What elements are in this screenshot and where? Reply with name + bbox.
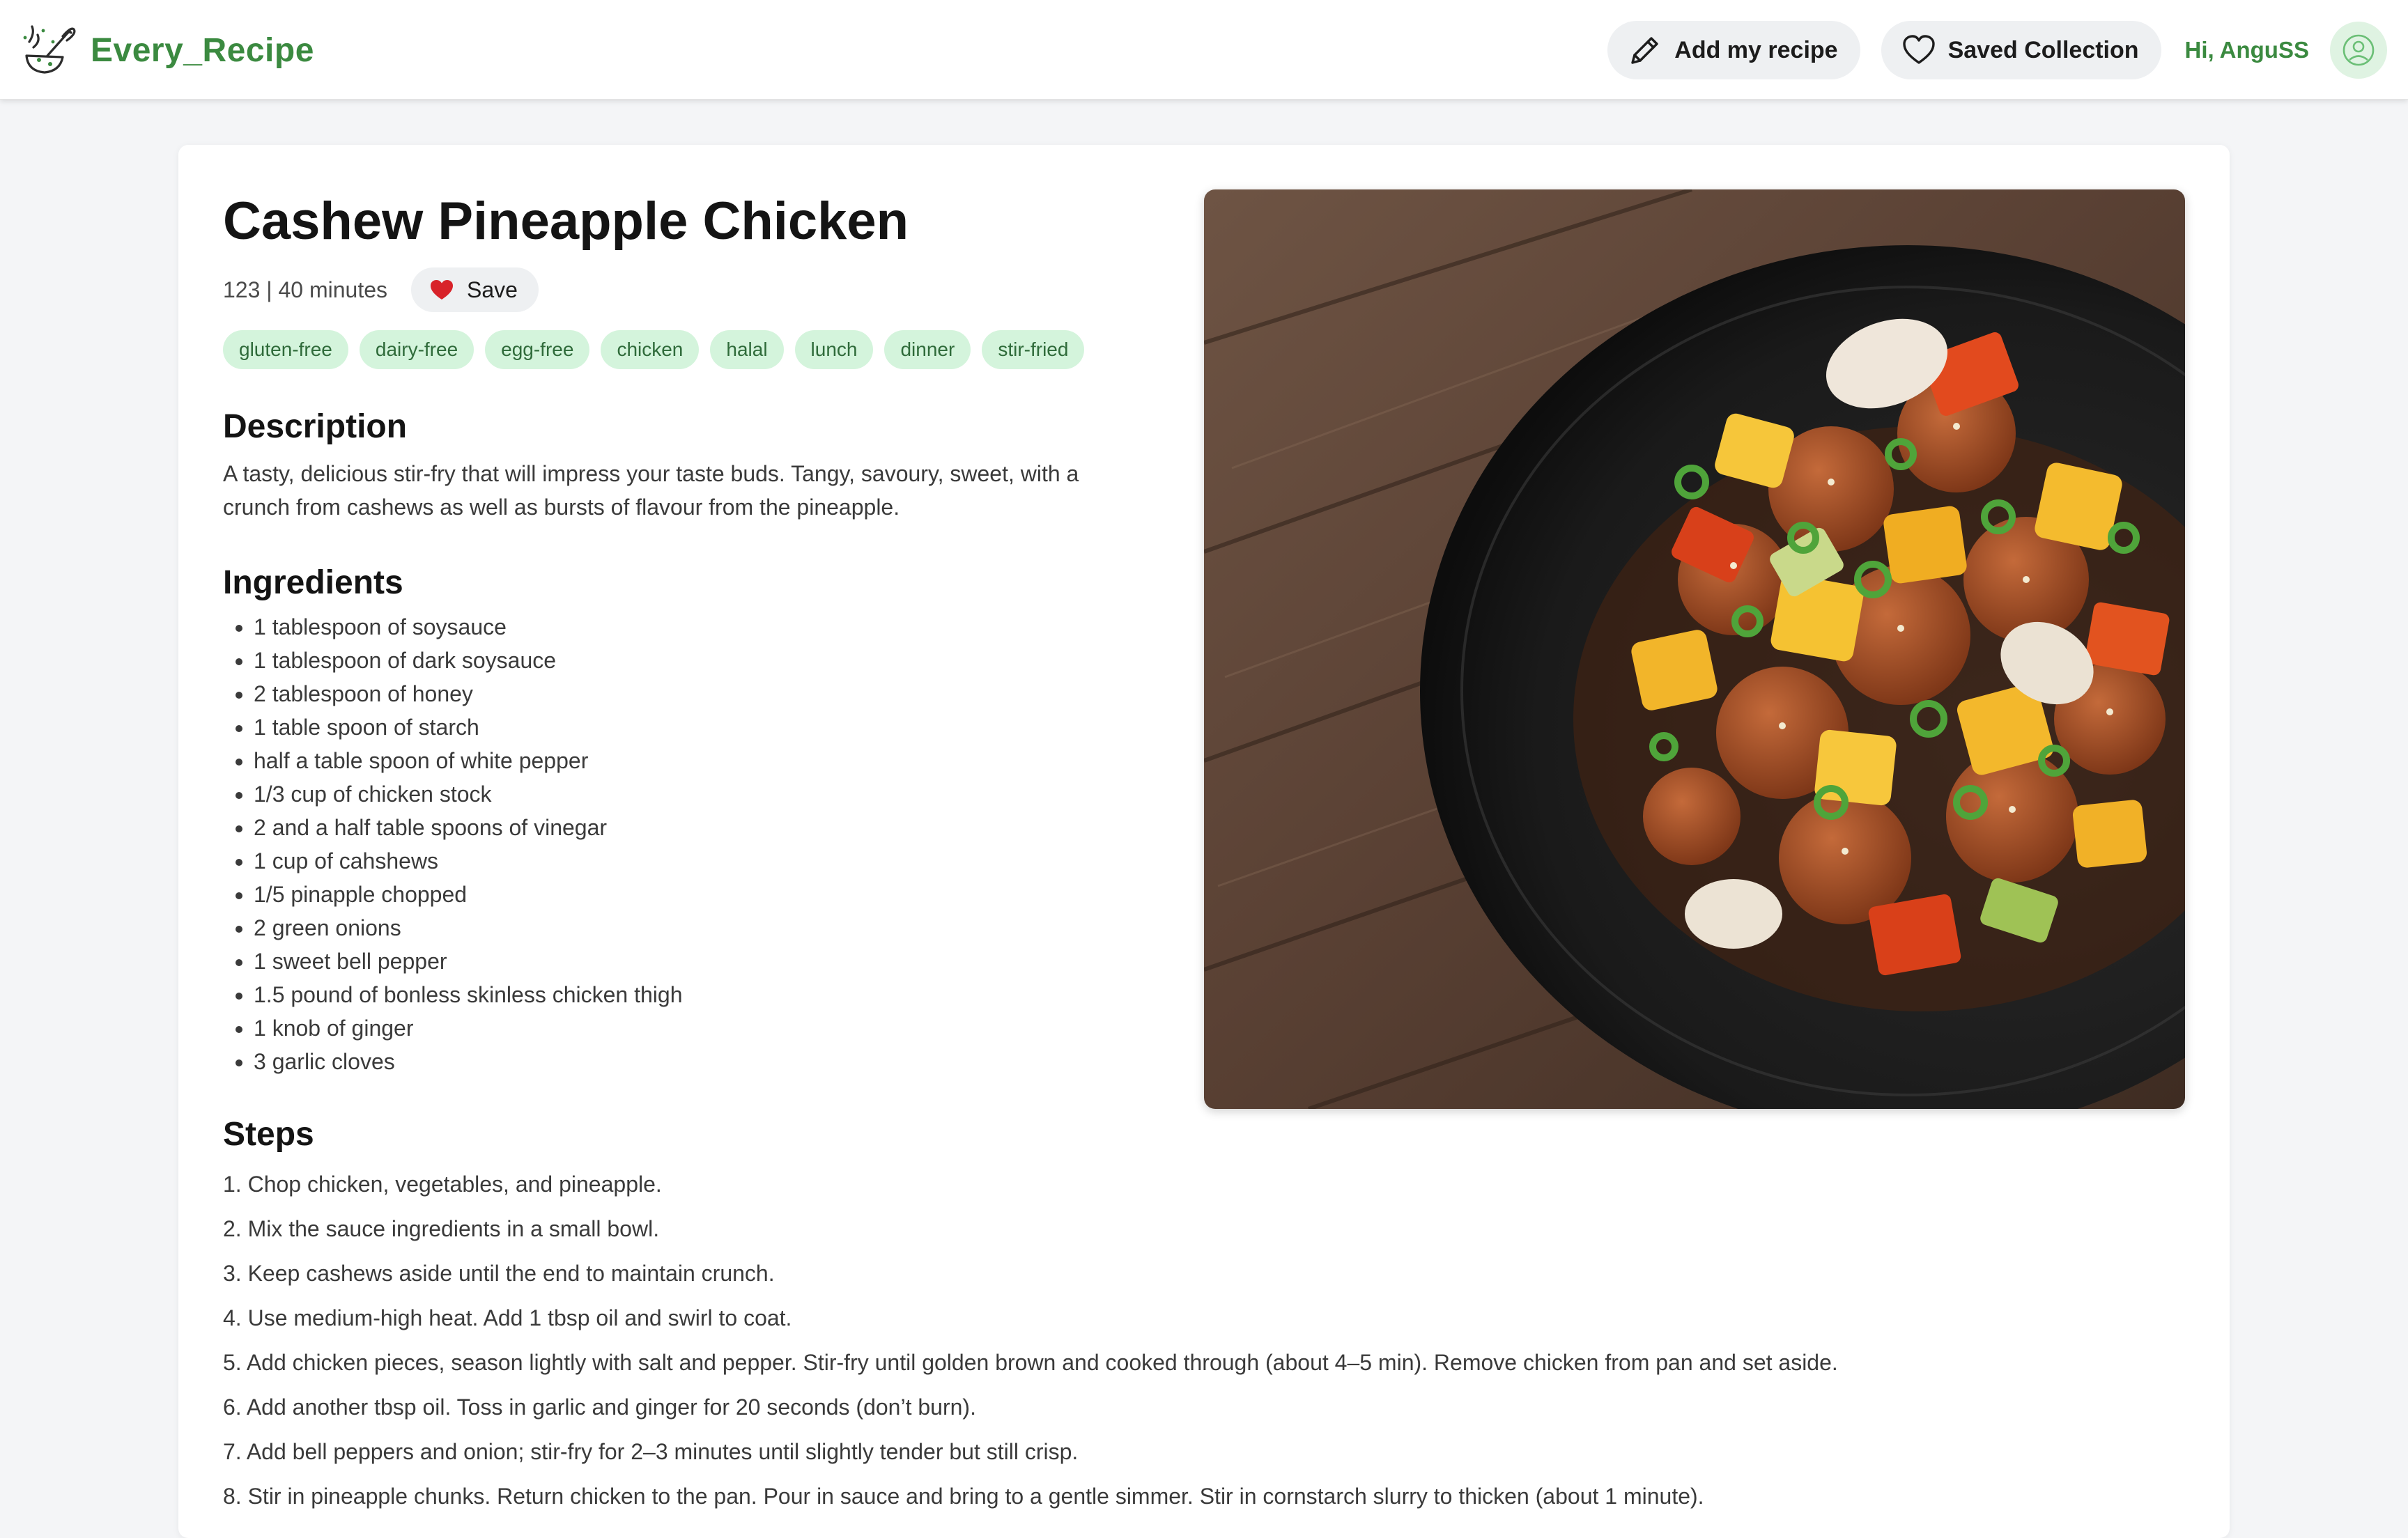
user-avatar-button[interactable] [2330,22,2387,79]
ingredient-item: 2 tablespoon of honey [254,677,1171,710]
tag-lunch[interactable]: lunch [794,330,874,369]
tag-egg-free[interactable]: egg-free [485,330,590,369]
whisk-bowl-icon [23,25,76,74]
recipe-title: Cashew Pineapple Chicken [223,192,909,251]
tag-dairy-free[interactable]: dairy-free [359,330,474,369]
user-greeting: Hi, AnguSS [2184,37,2309,63]
tag-stir-fried[interactable]: stir-fried [982,330,1085,369]
description-text: A tasty, delicious stir-fry that will im… [223,461,1079,520]
recipe-tags: gluten-free dairy-free egg-free chicken … [223,330,1171,369]
steps-heading: Steps [223,1116,314,1153]
recipe-meta: 123 | 40 minutes [223,277,388,302]
add-my-recipe-label: Add my recipe [1674,36,1838,63]
food-photo [1204,189,2185,1109]
tag-halal[interactable]: halal [710,330,784,369]
ingredient-item: 1.5 pound of bonless skinless chicken th… [254,978,1171,1011]
step-item: 3. Keep cashews aside until the end to m… [223,1261,775,1286]
top-navigation-bar: Every_Recipe Add my recipe Saved Collect… [0,0,2408,100]
step-item: 1. Chop chicken, vegetables, and pineapp… [223,1172,662,1197]
ingredient-item: 1 knob of ginger [254,1011,1171,1045]
ingredient-item: 1/3 cup of chicken stock [254,777,1171,811]
heart-filled-icon [431,280,454,300]
brand-home-link[interactable]: Every_Recipe [20,21,314,79]
ingredient-item: 2 and a half table spoons of vinegar [254,811,1171,844]
saved-collection-button[interactable]: Saved Collection [1881,21,2161,79]
step-item: 2. Mix the sauce ingredients in a small … [223,1216,660,1241]
tag-dinner[interactable]: dinner [884,330,971,369]
ingredients-list: 1 tablespoon of soysauce 1 tablespoon of… [223,610,1171,1078]
save-recipe-label: Save [467,277,518,302]
step-item: 6. Add another tbsp oil. Toss in garlic … [223,1395,976,1420]
ingredient-item: 2 green onions [254,911,1171,945]
ingredient-item: 1 cup of cahshews [254,844,1171,878]
header-actions: Add my recipe Saved Collection Hi, AnguS… [1607,21,2387,79]
save-recipe-button[interactable]: Save [411,267,539,312]
tag-chicken[interactable]: chicken [601,330,700,369]
step-item: 8. Stir in pineapple chunks. Return chic… [223,1484,1704,1509]
pencil-icon [1631,37,1658,64]
steps-list: 1. Chop chicken, vegetables, and pineapp… [223,1162,2174,1518]
recipe-details: Cashew Pineapple Chicken 123 | 40 minute… [223,187,1838,1518]
saved-collection-label: Saved Collection [1947,36,2139,63]
tag-gluten-free[interactable]: gluten-free [223,330,348,369]
step-item: 4. Use medium-high heat. Add 1 tbsp oil … [223,1305,792,1330]
heart-outline-icon [1902,35,1935,64]
recipe-card: Cashew Pineapple Chicken 123 | 40 minute… [178,145,2230,1538]
step-item: 5. Add chicken pieces, season lightly wi… [223,1350,1838,1375]
ingredient-item: 1 sweet bell pepper [254,945,1171,978]
add-my-recipe-button[interactable]: Add my recipe [1607,21,1860,79]
ingredient-item: 1 tablespoon of soysauce [254,610,1171,644]
description-heading: Description [223,408,408,445]
ingredient-item: half a table spoon of white pepper [254,744,1171,777]
ingredient-item: 1 tablespoon of dark soysauce [254,644,1171,677]
ingredient-item: 1/5 pinapple chopped [254,878,1171,911]
ingredient-item: 1 table spoon of starch [254,710,1171,744]
ingredients-heading: Ingredients [223,564,403,601]
user-circle-icon [2343,34,2375,66]
recipe-photo [1204,189,2185,1109]
step-item: 7. Add bell peppers and onion; stir-fry … [223,1439,1079,1464]
ingredient-item: 3 garlic cloves [254,1045,1171,1078]
brand-name: Every_Recipe [91,31,314,69]
recipe-meta-row: 123 | 40 minutes Save [223,267,1171,312]
